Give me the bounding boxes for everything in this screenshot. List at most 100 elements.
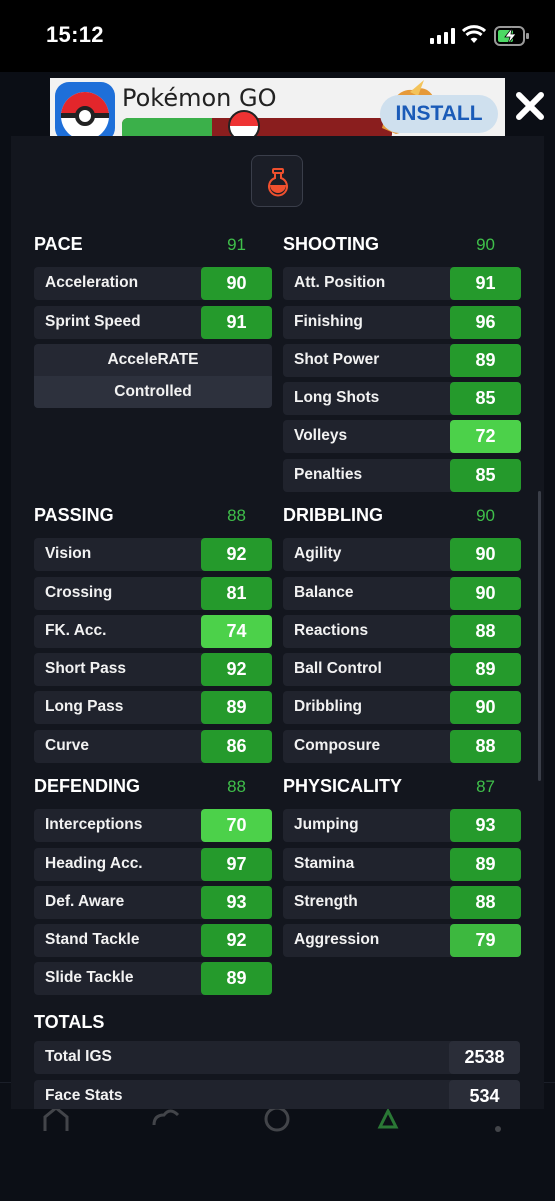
stat-name: Aggression bbox=[294, 931, 380, 949]
signal-icon bbox=[430, 28, 456, 44]
cloud-icon[interactable] bbox=[150, 1105, 184, 1133]
stat-name: Jumping bbox=[294, 816, 359, 834]
stat-row: Curve 86 bbox=[34, 729, 272, 763]
stat-name: Long Shots bbox=[294, 389, 380, 407]
category-title: DRIBBLING bbox=[283, 505, 383, 525]
stat-row: Volleys 72 bbox=[283, 420, 521, 454]
flask-icon bbox=[268, 168, 288, 197]
stat-row: Finishing 96 bbox=[283, 305, 521, 339]
ad-title: Pokémon GO bbox=[122, 84, 277, 112]
stat-name: Curve bbox=[45, 736, 89, 754]
more-icon[interactable] bbox=[494, 1105, 502, 1133]
stat-name: Reactions bbox=[294, 621, 369, 639]
stat-value: 96 bbox=[450, 305, 521, 339]
stat-row: Stamina 89 bbox=[283, 847, 521, 881]
stat-value: 89 bbox=[450, 343, 521, 377]
stat-name: Dribbling bbox=[294, 698, 363, 716]
ball-icon[interactable] bbox=[262, 1105, 292, 1133]
stat-name: Acceleration bbox=[45, 274, 139, 292]
wifi-icon bbox=[462, 25, 486, 43]
category-dribbling: DRIBBLING 90 Agility 90 Balance 90 Reactio… bbox=[283, 503, 521, 763]
status-bar: 15:12 bbox=[0, 0, 555, 72]
stat-name: Interceptions bbox=[45, 816, 143, 834]
stat-value: 89 bbox=[201, 962, 272, 996]
stat-row: Penalties 85 bbox=[283, 458, 521, 492]
stat-value: 88 bbox=[450, 885, 521, 919]
total-value: 534 bbox=[449, 1080, 520, 1109]
stat-value: 93 bbox=[201, 885, 272, 919]
stat-value: 90 bbox=[450, 538, 521, 572]
stat-name: Shot Power bbox=[294, 350, 380, 368]
category-title: DEFENDING bbox=[34, 776, 141, 796]
stat-value: 88 bbox=[450, 614, 521, 648]
stat-value: 92 bbox=[201, 924, 272, 958]
stat-value: 74 bbox=[201, 614, 272, 648]
stat-name: Slide Tackle bbox=[45, 969, 134, 987]
stat-value: 89 bbox=[450, 847, 521, 881]
stat-row: Att. Position 91 bbox=[283, 267, 521, 301]
category-title: SHOOTING bbox=[283, 234, 380, 254]
category-title: PACE bbox=[34, 234, 83, 254]
stat-name: Stamina bbox=[294, 854, 355, 872]
status-time: 15:12 bbox=[46, 22, 104, 47]
category-rating: 88 bbox=[227, 777, 246, 796]
stat-row: Heading Acc. 97 bbox=[34, 847, 272, 881]
stat-row: Dribbling 90 bbox=[283, 691, 521, 725]
stat-row: Long Pass 89 bbox=[34, 691, 272, 725]
stat-row: Sprint Speed 91 bbox=[34, 305, 272, 339]
stat-name: Crossing bbox=[45, 583, 113, 601]
stat-name: Volleys bbox=[294, 427, 348, 445]
stat-value: 85 bbox=[450, 382, 521, 416]
home-icon[interactable] bbox=[42, 1105, 70, 1133]
stat-value: 86 bbox=[201, 729, 272, 763]
stat-name: Short Pass bbox=[45, 660, 126, 678]
stat-row: Short Pass 92 bbox=[34, 653, 272, 687]
category-rating: 91 bbox=[227, 235, 246, 254]
stat-row: Acceleration 90 bbox=[34, 267, 272, 301]
stat-row: Shot Power 89 bbox=[283, 343, 521, 377]
flask-button[interactable] bbox=[251, 155, 303, 207]
stat-row: Crossing 81 bbox=[34, 576, 272, 610]
stat-name: Att. Position bbox=[294, 274, 386, 292]
scrollbar[interactable] bbox=[538, 491, 541, 781]
stat-name: Balance bbox=[294, 583, 354, 601]
category-title: PHYSICALITY bbox=[283, 776, 403, 796]
stat-name: Finishing bbox=[294, 312, 363, 330]
stat-row: Aggression 79 bbox=[283, 924, 521, 958]
ad-banner[interactable]: Pokémon GO INSTALL bbox=[50, 78, 505, 136]
stat-name: Strength bbox=[294, 892, 358, 910]
stat-row: Jumping 93 bbox=[283, 809, 521, 843]
stat-name: Penalties bbox=[294, 465, 363, 483]
category-rating: 90 bbox=[476, 506, 495, 525]
category-rating: 90 bbox=[476, 235, 495, 254]
pokeball-app-icon bbox=[55, 82, 115, 136]
stat-name: Def. Aware bbox=[45, 892, 125, 910]
accelerate-box: AcceleRATE Controlled bbox=[34, 343, 272, 408]
stat-value: 93 bbox=[450, 809, 521, 843]
stat-row: FK. Acc. 74 bbox=[34, 614, 272, 648]
total-row: Total IGS 2538 bbox=[34, 1041, 520, 1074]
stat-value: 91 bbox=[201, 305, 272, 339]
total-name: Total IGS bbox=[45, 1048, 112, 1065]
close-icon[interactable] bbox=[514, 90, 546, 122]
stat-value: 92 bbox=[201, 653, 272, 687]
category-shooting: SHOOTING 90 Att. Position 91 Finishing 96 … bbox=[283, 232, 521, 492]
stats-sheet: PACE 91 Acceleration 90 Sprint Speed 91 Ac… bbox=[11, 136, 544, 1109]
stat-value: 92 bbox=[201, 538, 272, 572]
stat-value: 90 bbox=[450, 691, 521, 725]
stat-value: 90 bbox=[450, 576, 521, 610]
stat-name: Composure bbox=[294, 736, 381, 754]
stat-row: Stand Tackle 92 bbox=[34, 924, 272, 958]
accelerate-label: AcceleRATE bbox=[107, 350, 199, 368]
total-row: Face Stats 534 bbox=[34, 1080, 520, 1109]
stat-row: Composure 88 bbox=[283, 729, 521, 763]
category-pace: PACE 91 Acceleration 90 Sprint Speed 91 Ac… bbox=[34, 232, 272, 408]
accelerate-value: Controlled bbox=[34, 375, 272, 408]
stat-row: Long Shots 85 bbox=[283, 382, 521, 416]
stat-value: 97 bbox=[201, 847, 272, 881]
install-button[interactable]: INSTALL bbox=[380, 95, 498, 133]
stat-name: FK. Acc. bbox=[45, 621, 107, 639]
stat-value: 88 bbox=[450, 729, 521, 763]
flask-nav-icon[interactable] bbox=[376, 1105, 400, 1133]
stat-name: Sprint Speed bbox=[45, 312, 141, 330]
